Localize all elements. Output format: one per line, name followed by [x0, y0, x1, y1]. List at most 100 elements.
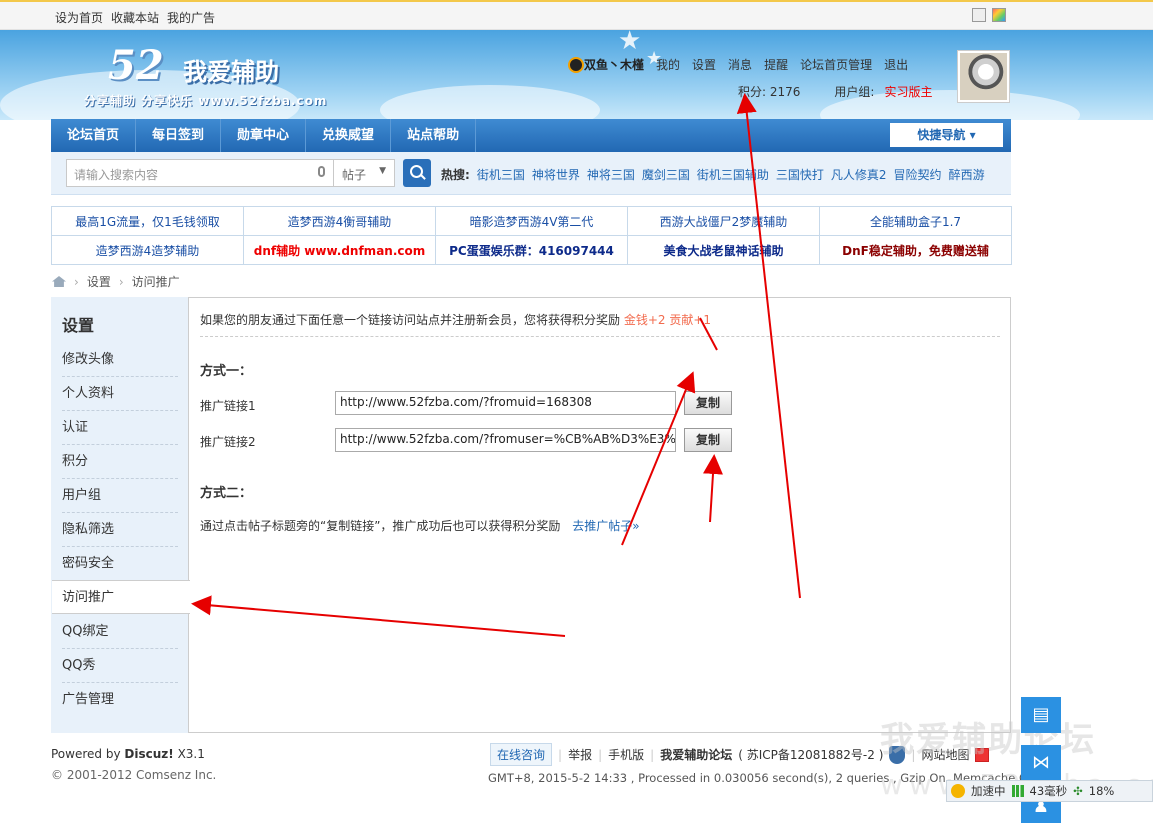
ad-link[interactable]: 西游大战僵尸2梦魔辅助	[627, 206, 820, 236]
method-two-heading: 方式二：	[200, 486, 253, 501]
ad-links-table: 最高1G流量，仅1毛钱领取 造梦西游4衡哥辅助 暗影造梦西游4V第二代 西游大战…	[51, 206, 1012, 265]
ad-link[interactable]: dnf辅助 www.dnfman.com	[243, 235, 436, 265]
sidebar-item-password[interactable]: 密码安全	[52, 547, 188, 581]
nav-exchange-prestige[interactable]: 兑换威望	[306, 119, 392, 152]
hot-link[interactable]: 冒险契约	[894, 166, 942, 183]
hot-link[interactable]: 醉西游	[949, 166, 985, 183]
user-stats: 积分: 2176 用户组: 实习版主	[738, 83, 932, 100]
hot-link[interactable]: 街机三国	[477, 166, 525, 183]
menu-logout[interactable]: 退出	[884, 56, 908, 73]
ad-link[interactable]: 最高1G流量，仅1毛钱领取	[51, 206, 244, 236]
my-ads-link[interactable]: 我的广告	[167, 9, 215, 26]
hot-link[interactable]: 凡人修真2	[831, 166, 887, 183]
hot-link[interactable]: 三国快打	[776, 166, 824, 183]
method-two-note: 通过点击帖子标题旁的“复制链接”，推广成功后也可以获得积分奖励 去推广帖子»	[200, 519, 640, 533]
share-icon[interactable]: ⋈	[1021, 745, 1061, 781]
hot-link[interactable]: 魔剑三国	[642, 166, 690, 183]
sidebar-title: 设置	[62, 316, 95, 335]
ad-link[interactable]: 暗影造梦西游4V第二代	[435, 206, 628, 236]
username-link[interactable]: 双鱼丶木槿	[568, 56, 644, 73]
ad-link[interactable]: 美食大战老鼠神话辅助	[627, 235, 820, 265]
discuz-link[interactable]: Discuz!	[124, 747, 173, 761]
sidebar-item-verify[interactable]: 认证	[52, 411, 188, 445]
link2-label: 推广链接2	[200, 435, 256, 449]
breadcrumb: › 设置 › 访问推广	[52, 273, 180, 290]
copy-link2-button[interactable]: 复制	[684, 428, 732, 452]
set-homepage-link[interactable]: 设为首页	[55, 9, 103, 26]
logo-title[interactable]: 我爱辅助	[183, 52, 279, 87]
hot-label: 热搜:	[441, 168, 470, 182]
speed-gauge-icon	[951, 784, 965, 798]
hot-link[interactable]: 神将三国	[587, 166, 635, 183]
report-link[interactable]: 举报	[568, 746, 592, 763]
ad-link[interactable]: 造梦西游4衡哥辅助	[243, 206, 436, 236]
main-nav: 论坛首页 每日签到 勋章中心 兑换威望 站点帮助	[51, 119, 1011, 152]
reward-text: 金钱+2 贡献+1	[623, 313, 712, 327]
promotion-intro: 如果您的朋友通过下面任意一个链接访问站点并注册新会员，您将获得积分奖励 金钱+2…	[200, 313, 712, 327]
search-button[interactable]	[403, 159, 431, 187]
hot-link[interactable]: 街机三国辅助	[697, 166, 769, 183]
copy-link1-button[interactable]: 复制	[684, 391, 732, 415]
sidebar-item-qq-show[interactable]: QQ秀	[52, 649, 188, 683]
top-links: 设为首页 收藏本站 我的广告	[55, 9, 215, 26]
ad-link[interactable]: 全能辅助盒子1.7	[819, 206, 1012, 236]
crumb-settings[interactable]: 设置	[87, 273, 111, 290]
bookmark-link[interactable]: 收藏本站	[111, 9, 159, 26]
online-consult-button[interactable]: 在线咨询	[490, 743, 553, 766]
watermark-title: 我爱辅助论坛	[880, 720, 1096, 760]
document-icon[interactable]: ▤	[1021, 697, 1061, 733]
menu-settings[interactable]: 设置	[692, 56, 716, 73]
nav-medal-center[interactable]: 勋章中心	[221, 119, 307, 152]
percent-text: 18%	[1088, 784, 1115, 798]
nav-site-help[interactable]: 站点帮助	[391, 119, 477, 152]
top-bar: 设为首页 收藏本站 我的广告	[0, 0, 1153, 30]
quick-nav-button[interactable]: 快捷导航 ▾	[890, 123, 1003, 147]
crumb-current: 访问推广	[131, 275, 180, 289]
link1-field[interactable]: http://www.52fzba.com/?fromuid=168308	[335, 391, 676, 415]
sidebar-item-usergroup[interactable]: 用户组	[52, 479, 188, 513]
link1-label: 推广链接1	[200, 399, 256, 413]
accel-text: 加速中	[971, 784, 1006, 798]
latency-text: 43毫秒	[1029, 784, 1068, 798]
mobile-link[interactable]: 手机版	[608, 746, 644, 763]
group-label: 用户组:	[834, 85, 875, 99]
main-panel	[51, 297, 1011, 733]
fullscreen-icon[interactable]	[972, 8, 986, 22]
search-type-select[interactable]: 帖子 ▼	[334, 159, 395, 187]
promote-posts-link[interactable]: 去推广帖子»	[572, 519, 639, 533]
signal-icon	[1011, 785, 1024, 797]
ad-link[interactable]: DnF稳定辅助，免费赠送辅	[819, 235, 1012, 265]
microphone-icon[interactable]	[318, 166, 325, 177]
logo-number[interactable]: 52	[108, 42, 164, 89]
points-link[interactable]: 积分: 2176	[738, 83, 800, 100]
color-theme-icon[interactable]	[992, 8, 1006, 22]
sidebar-item-points[interactable]: 积分	[52, 445, 188, 479]
icp-text: ( 苏ICP备12081882号-2 )	[738, 748, 884, 762]
ad-link[interactable]: 造梦西游4造梦辅助	[51, 235, 244, 265]
sidebar-item-ad-manage[interactable]: 广告管理	[52, 683, 188, 717]
user-menu: 双鱼丶木槿 我的 设置 消息 提醒 论坛首页管理 退出	[568, 56, 908, 73]
logo-slogan: 分享辅助 分享快乐 www.52fzba.com	[84, 94, 328, 108]
nav-forum-home[interactable]: 论坛首页	[51, 119, 137, 152]
ad-link[interactable]: PC蛋蛋娱乐群：416097444	[435, 235, 628, 265]
sidebar-item-qq-bind[interactable]: QQ绑定	[52, 615, 188, 649]
menu-my[interactable]: 我的	[656, 56, 680, 73]
accelerator-status: 加速中 43毫秒 ✣ 18%	[946, 780, 1153, 802]
search-input[interactable]: 请输入搜索内容	[66, 159, 334, 187]
group-link[interactable]: 实习版主	[884, 83, 932, 100]
home-icon[interactable]	[52, 276, 66, 287]
sidebar-item-profile[interactable]: 个人资料	[52, 377, 188, 411]
link2-field[interactable]: http://www.52fzba.com/?fromuser=%CB%AB%D…	[335, 428, 676, 452]
nav-daily-signin[interactable]: 每日签到	[136, 119, 222, 152]
menu-messages[interactable]: 消息	[728, 56, 752, 73]
sidebar-item-promotion[interactable]: 访问推广	[52, 580, 190, 614]
hot-link[interactable]: 神将世界	[532, 166, 580, 183]
sidebar-item-privacy[interactable]: 隐私筛选	[52, 513, 188, 547]
avatar[interactable]	[957, 50, 1010, 103]
sidebar-item-avatar[interactable]: 修改头像	[52, 343, 188, 377]
menu-reminders[interactable]: 提醒	[764, 56, 788, 73]
menu-forum-admin[interactable]: 论坛首页管理	[800, 56, 872, 73]
fan-icon: ✣	[1073, 784, 1083, 798]
method-one-heading: 方式一：	[200, 364, 253, 379]
site-name-link[interactable]: 我爱辅助论坛	[660, 746, 732, 763]
